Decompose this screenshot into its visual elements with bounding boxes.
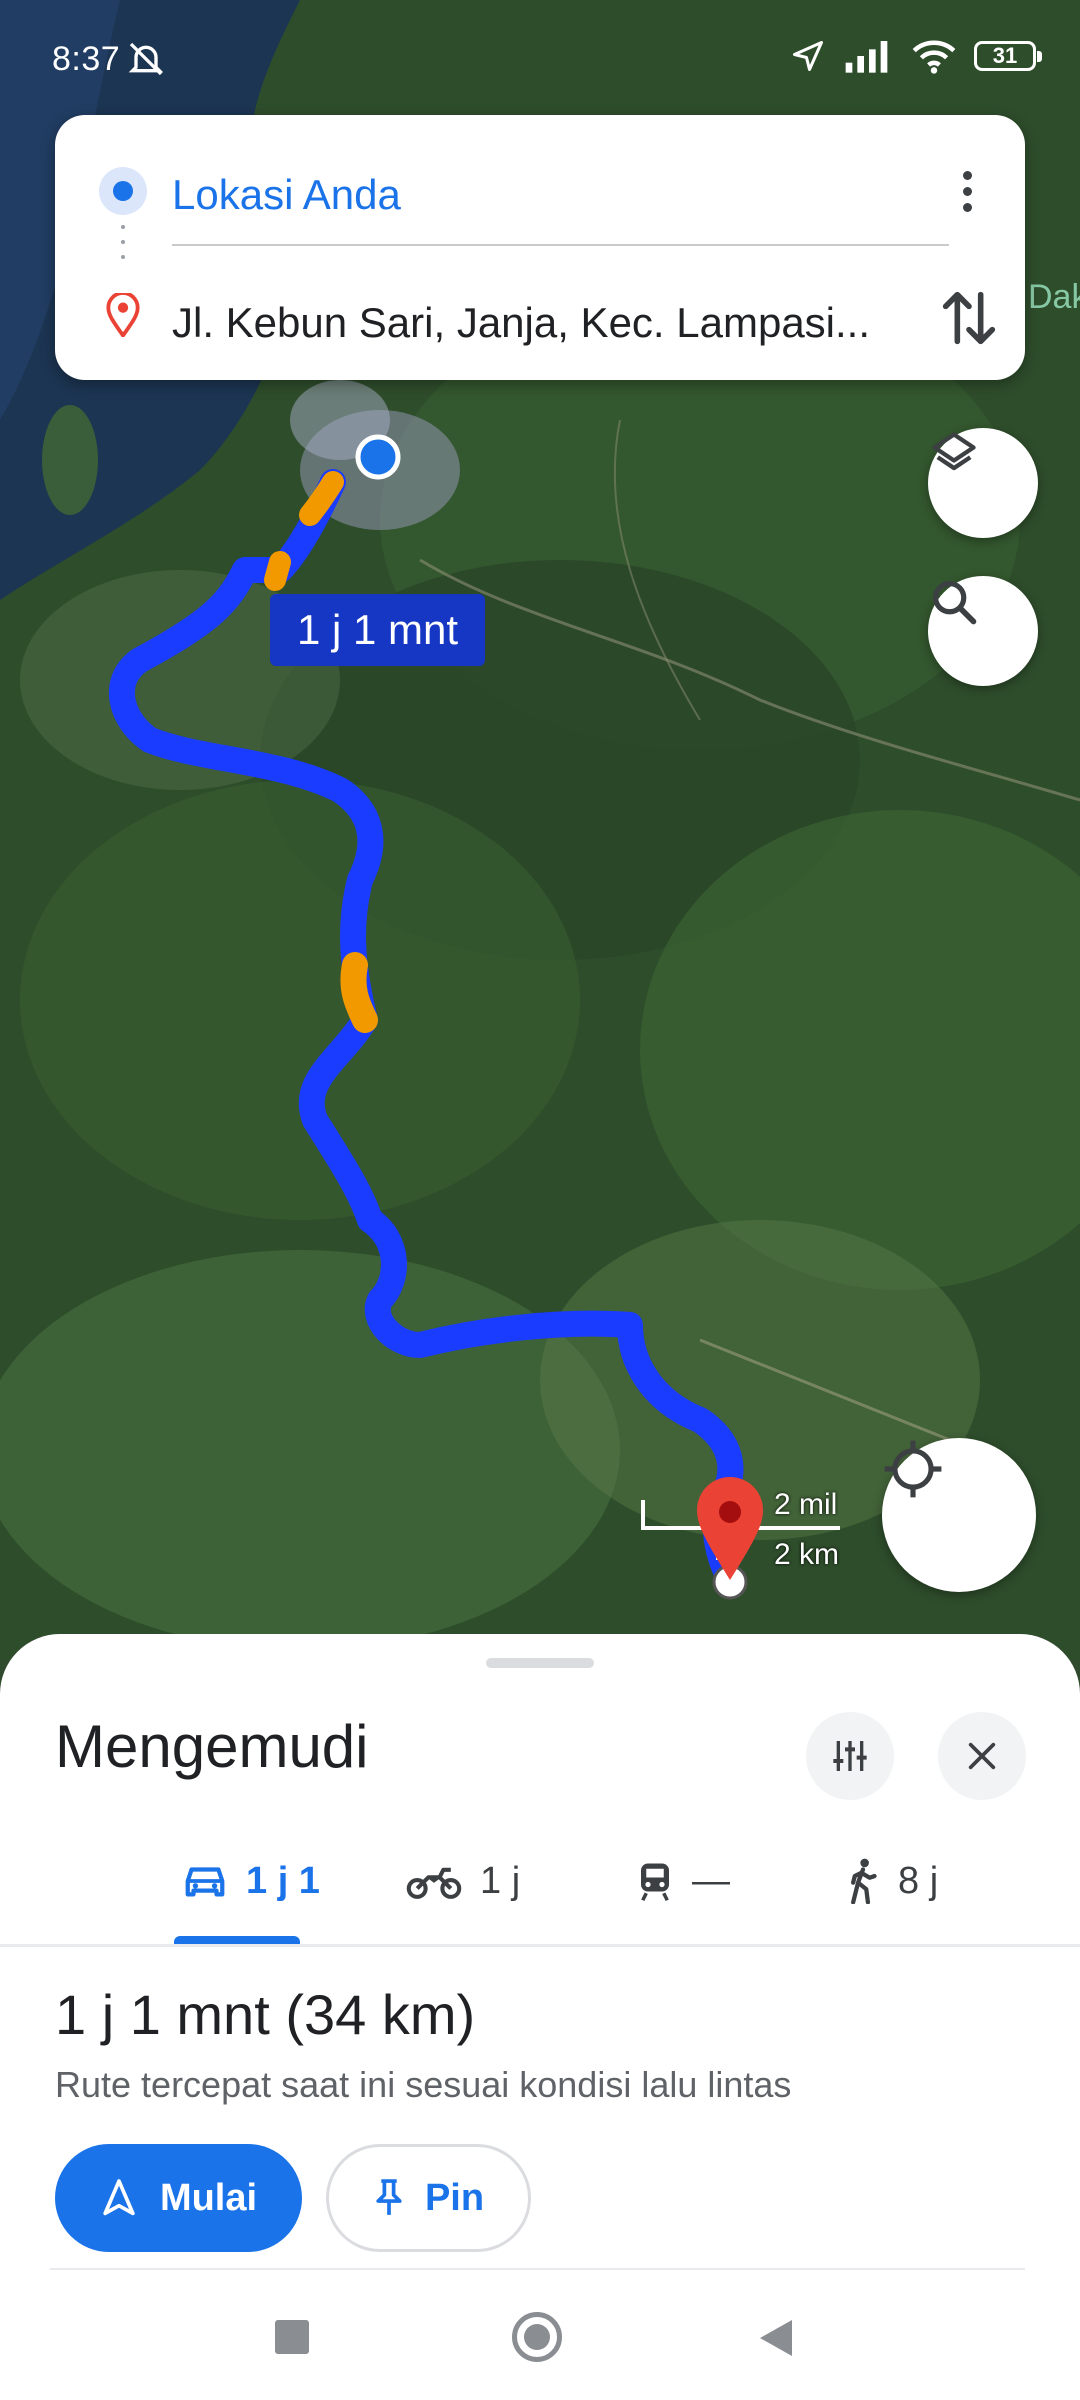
tab-walking-label: 8 j <box>898 1859 939 1902</box>
search-button[interactable] <box>928 576 1038 686</box>
more-vert-icon <box>962 170 972 180</box>
navigation-arrow-icon <box>793 41 823 71</box>
tab-transit[interactable]: — <box>636 1846 730 1916</box>
back-button[interactable] <box>758 2318 794 2358</box>
scale-miles-label: 2 mil <box>774 1488 838 1521</box>
connector-dots-icon <box>121 225 125 277</box>
origin-field[interactable]: Lokasi Anda <box>172 171 401 219</box>
tab-walking[interactable]: 8 j <box>846 1846 938 1916</box>
more-options-button[interactable] <box>947 159 987 223</box>
tab-motorcycle[interactable]: 1 j <box>406 1846 520 1916</box>
muted-bell-icon <box>128 42 164 76</box>
pin-icon <box>376 2179 402 2215</box>
destination-field[interactable]: Jl. Kebun Sari, Janja, Kec. Lampasi... <box>172 299 932 347</box>
my-location-button[interactable] <box>882 1438 1036 1592</box>
route-summary: 1 j 1 mnt (34 km) <box>55 1983 476 2046</box>
navigation-icon <box>103 2179 135 2216</box>
wifi-icon <box>912 40 956 74</box>
tab-indicator <box>174 1936 300 1944</box>
train-icon <box>641 1863 669 1902</box>
route-options-button[interactable] <box>806 1712 894 1800</box>
tab-driving-label: 1 j 1 <box>246 1859 320 1902</box>
eta-bubble[interactable]: 1 j 1 mnt <box>270 594 485 666</box>
close-icon <box>968 1742 996 1770</box>
divider <box>0 1944 1080 1947</box>
status-time: 8:37 <box>52 40 121 78</box>
tune-icon <box>833 1741 867 1771</box>
directions-card: Lokasi Anda Jl. Kebun Sari, Janja, Kec. … <box>55 115 1025 380</box>
current-location-dot <box>355 434 401 480</box>
place-label: Dak <box>1028 278 1080 316</box>
divider <box>172 244 949 246</box>
pin-button[interactable]: Pin <box>326 2144 531 2252</box>
motorcycle-icon <box>406 1867 462 1899</box>
close-button[interactable] <box>938 1712 1026 1800</box>
scale-km-label: 2 km <box>774 1538 840 1571</box>
tab-driving[interactable]: 1 j 1 <box>182 1846 320 1916</box>
destination-pin-icon <box>106 293 140 337</box>
walk-icon <box>851 1858 877 1904</box>
tab-motorcycle-label: 1 j <box>480 1859 521 1902</box>
recent-apps-button[interactable] <box>275 2320 309 2354</box>
car-icon <box>185 1867 225 1897</box>
drag-handle[interactable] <box>486 1658 594 1668</box>
crosshair-icon <box>884 1440 942 1498</box>
start-button[interactable]: Mulai <box>55 2144 302 2252</box>
home-button[interactable] <box>512 2312 562 2362</box>
origin-dot-icon <box>99 167 147 215</box>
status-bar: 8:37 31 <box>0 0 1080 120</box>
swap-direction-button[interactable] <box>941 287 997 349</box>
start-button-label: Mulai <box>159 2176 258 2219</box>
sheet-title: Mengemudi <box>55 1713 369 1780</box>
signal-icon <box>845 41 888 73</box>
system-nav-bar <box>0 2270 1080 2400</box>
route-description: Rute tercepat saat ini sesuai kondisi la… <box>55 2064 792 2105</box>
tab-transit-label: — <box>692 1859 730 1902</box>
pin-button-label: Pin <box>424 2176 485 2219</box>
layers-button[interactable] <box>928 428 1038 538</box>
layers-icon <box>932 432 976 471</box>
search-icon <box>932 580 977 625</box>
battery-indicator: 31 <box>974 41 1042 71</box>
